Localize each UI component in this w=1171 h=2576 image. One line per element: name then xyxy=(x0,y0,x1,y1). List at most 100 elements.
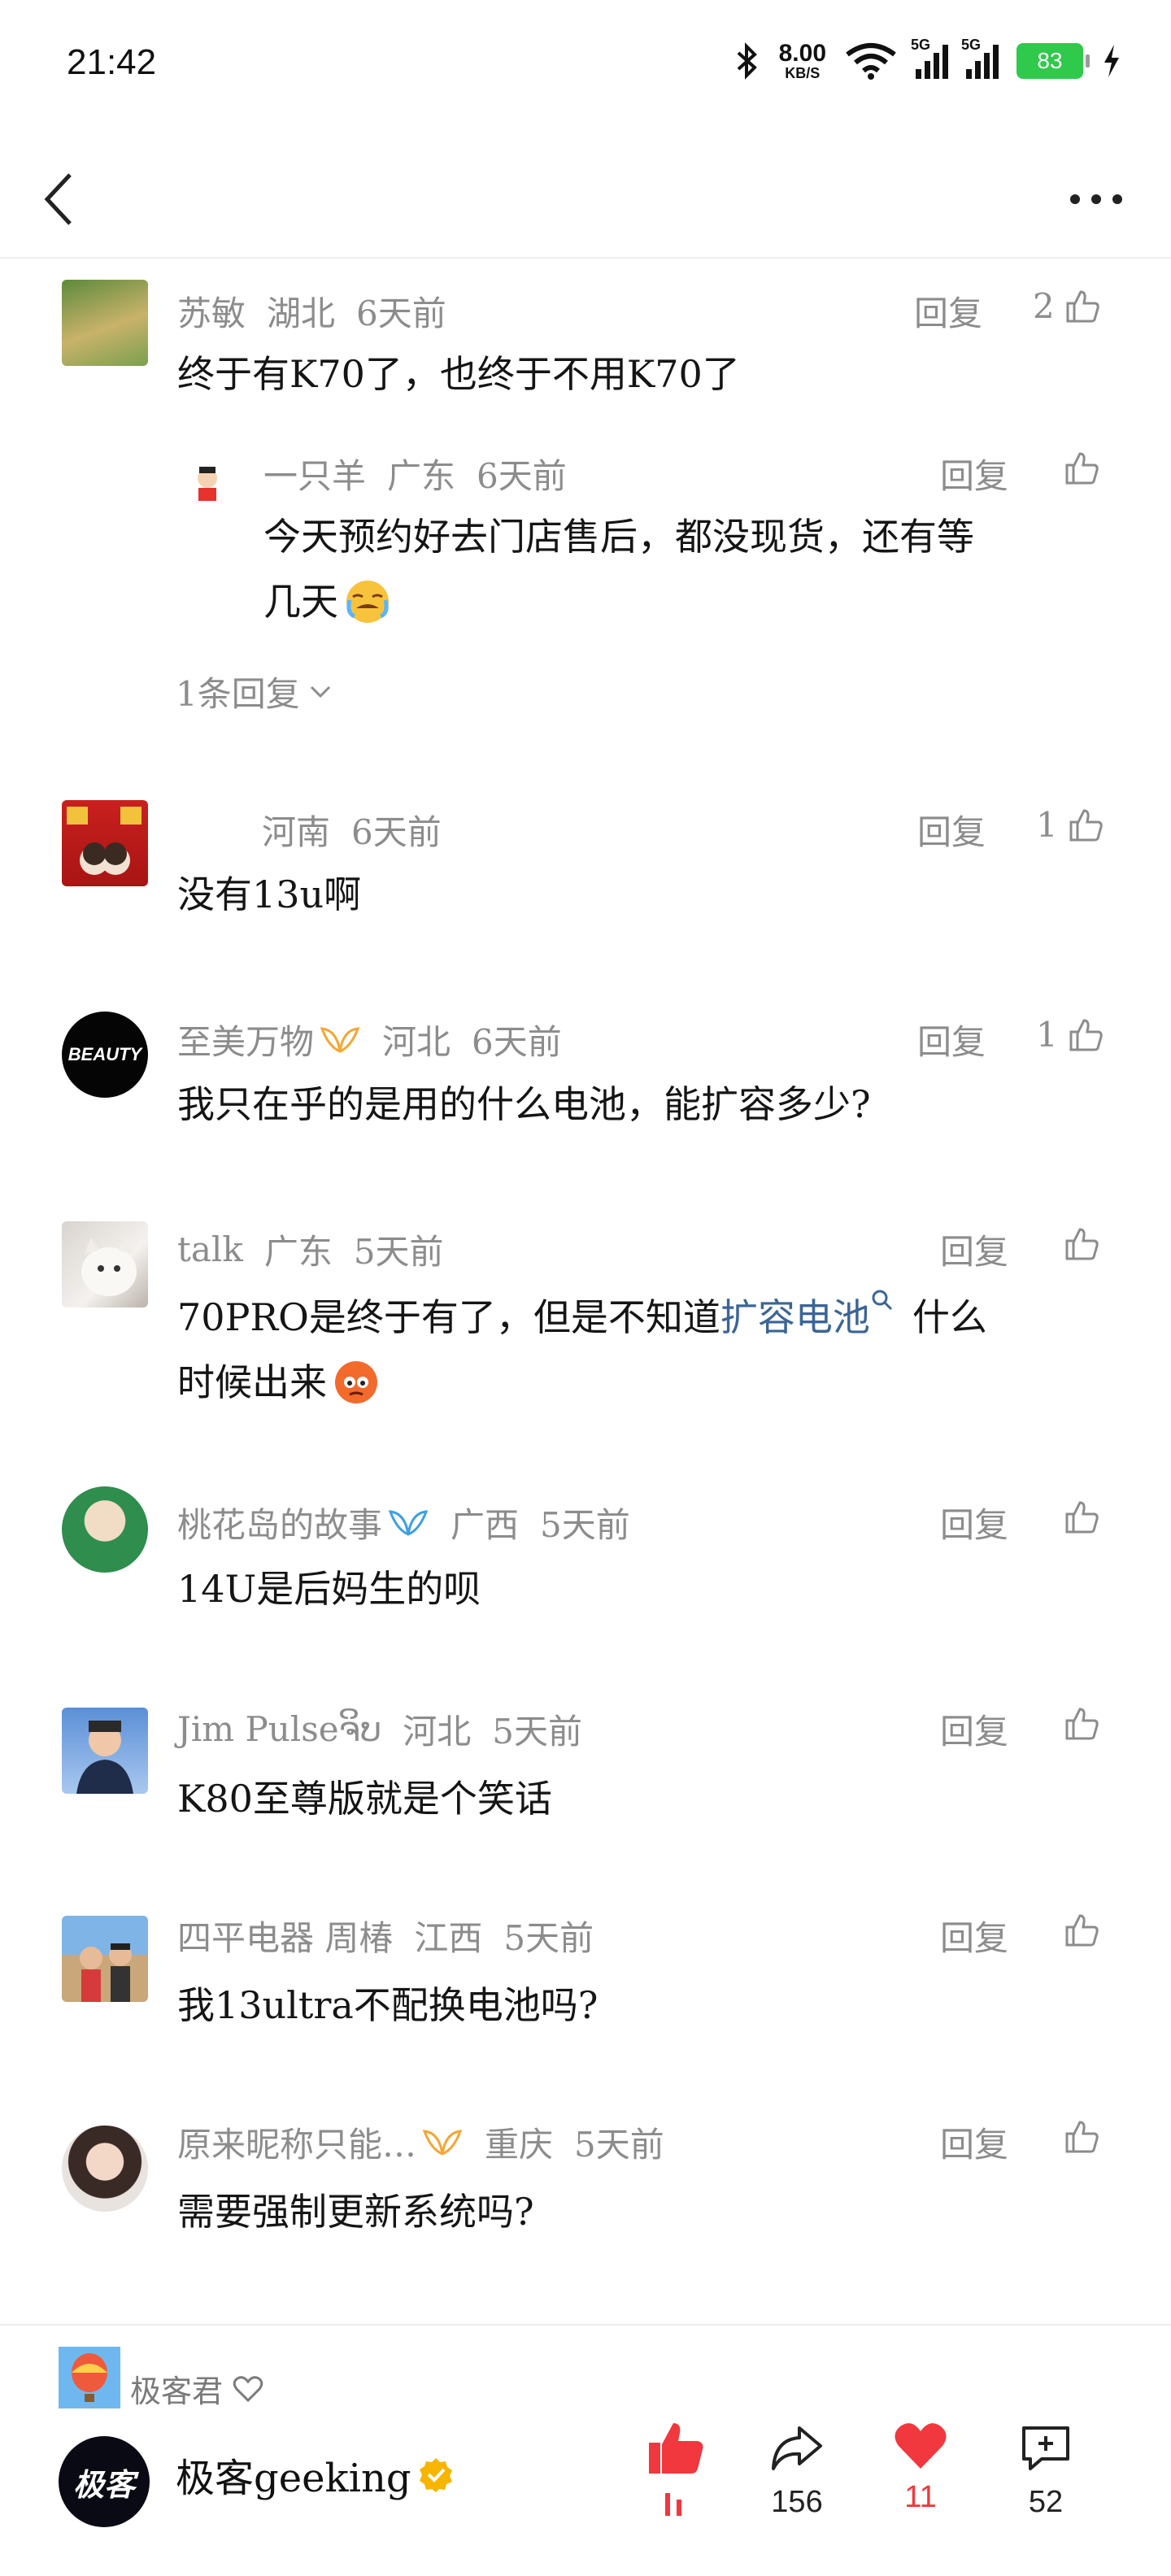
wifi-icon xyxy=(846,43,896,80)
reply-button[interactable]: 回复 xyxy=(940,1704,1008,1754)
thumbs-up-icon xyxy=(1069,808,1103,841)
comment-text: 我13ultra不配换电池吗? xyxy=(177,1983,599,2027)
reply-button[interactable]: 回复 xyxy=(940,2117,1008,2167)
more-options-button[interactable] xyxy=(1057,183,1122,215)
battery-icon: 83 xyxy=(1016,43,1090,79)
comment-meta: 原来昵称只能… 重庆 5天前 xyxy=(177,2117,664,2167)
vip-badge-icon xyxy=(320,1026,360,1053)
comment-text: 需要强制更新系统吗? xyxy=(177,2190,534,2234)
search-keyword-link[interactable]: 扩容电池 xyxy=(720,1295,870,1339)
region: 湖北 xyxy=(267,294,336,333)
like-button[interactable] xyxy=(1062,1911,1101,1950)
thumbs-up-icon xyxy=(1069,1018,1103,1051)
avatar[interactable] xyxy=(62,1486,148,1573)
avatar[interactable]: BEAUTY xyxy=(62,1012,148,1098)
cartoon-avatar-icon xyxy=(198,467,217,501)
comment-meta: 河南 6天前 xyxy=(241,805,442,855)
like-button[interactable] xyxy=(1062,2117,1101,2156)
username[interactable]: Jim Pulseຈິບ xyxy=(177,1709,381,1749)
header-divider xyxy=(0,257,1171,259)
username[interactable]: talk xyxy=(177,1229,243,1269)
signal-icon-2: 5G xyxy=(961,37,999,79)
timestamp: 5天前 xyxy=(503,1918,594,1958)
reply-button[interactable]: 回复 xyxy=(940,449,1008,498)
timestamp: 5天前 xyxy=(574,2125,664,2165)
like-button[interactable]: 2 xyxy=(1033,286,1102,326)
like-button[interactable] xyxy=(1062,449,1101,488)
bluetooth-icon xyxy=(737,42,757,80)
dot-icon xyxy=(1112,194,1122,204)
timestamp: 5天前 xyxy=(492,1712,582,1751)
avatar-text: BEAUTY xyxy=(67,1044,142,1064)
reply-button[interactable]: 回复 xyxy=(914,286,982,336)
like-action-button[interactable]: 11 xyxy=(880,2420,961,2515)
avatar[interactable] xyxy=(185,460,229,504)
author-small[interactable]: 极客君 xyxy=(130,2366,263,2411)
search-icon[interactable] xyxy=(870,1288,895,1312)
status-bar: 21:42 8.00 KB/S 5G 5G 83 xyxy=(0,0,1171,130)
thumbs-up-action[interactable] xyxy=(634,2420,716,2516)
reply-button[interactable]: 回复 xyxy=(917,805,986,855)
comment-count: 52 xyxy=(1028,2485,1064,2519)
username[interactable]: 至美万物 xyxy=(177,1015,314,1064)
crying-emoji-icon xyxy=(346,581,389,623)
thumbs-up-icon xyxy=(1065,452,1099,485)
like-button[interactable]: 1 xyxy=(1036,805,1105,845)
like-button[interactable]: 1 xyxy=(1036,1015,1105,1055)
username[interactable]: 四平电器 周椿 xyxy=(177,1911,393,1960)
author-name[interactable]: 极客geeking xyxy=(176,2446,454,2503)
region: 河北 xyxy=(403,1712,472,1751)
bar-chart-icon xyxy=(665,2493,681,2516)
avatar[interactable] xyxy=(62,1221,148,1308)
username[interactable]: 原来昵称只能… xyxy=(177,2117,416,2167)
vip-badge-icon xyxy=(388,1509,429,1536)
username[interactable]: 桃花岛的故事 xyxy=(177,1498,382,1547)
cat-avatar-image xyxy=(81,1238,137,1296)
like-button[interactable] xyxy=(1062,1225,1101,1264)
like-button[interactable] xyxy=(1062,1704,1101,1743)
dot-icon xyxy=(1070,194,1080,204)
comment-text: K80至尊版就是个笑话 xyxy=(177,1777,552,1821)
timestamp: 6天前 xyxy=(356,294,446,333)
avatar[interactable] xyxy=(62,2126,148,2212)
region: 河北 xyxy=(382,1022,451,1062)
people-avatar-image xyxy=(80,1943,132,2002)
expand-replies-button[interactable]: 1条回复 xyxy=(176,667,333,716)
region: 江西 xyxy=(414,1918,483,1958)
signal-icon-1: 5G xyxy=(911,37,948,79)
author-avatar[interactable]: 极客 xyxy=(59,2436,150,2527)
username[interactable]: 一只羊 xyxy=(263,449,366,498)
reply-button[interactable]: 回复 xyxy=(940,1498,1008,1547)
reply-text-line2: 几天 xyxy=(263,569,392,634)
comment-meta: 苏敏 湖北 6天前 xyxy=(177,286,446,336)
thumbs-up-icon xyxy=(1066,289,1099,322)
author-small-avatar[interactable] xyxy=(59,2347,120,2408)
comment-text: 没有13u啊 xyxy=(177,872,362,916)
verified-badge-icon xyxy=(419,2458,452,2492)
thumbs-up-icon xyxy=(1065,1708,1099,1740)
thumbs-up-icon xyxy=(1065,2121,1099,2153)
avatar[interactable] xyxy=(62,280,148,366)
back-button[interactable] xyxy=(39,167,80,232)
region: 广东 xyxy=(263,1232,333,1272)
share-button[interactable]: 156 xyxy=(756,2420,838,2520)
timestamp: 6天前 xyxy=(472,1022,562,1062)
reply-button[interactable]: 回复 xyxy=(940,1225,1008,1274)
avatar[interactable] xyxy=(62,1708,148,1794)
person-avatar-image xyxy=(76,1721,133,1794)
avatar[interactable] xyxy=(62,800,148,886)
like-button[interactable] xyxy=(1062,1498,1101,1537)
comment-button[interactable]: 52 xyxy=(1005,2420,1086,2520)
timestamp: 6天前 xyxy=(351,812,442,852)
network-speed: 8.00 KB/S xyxy=(778,40,826,81)
reply-button[interactable]: 回复 xyxy=(917,1015,986,1064)
comment-meta: talk 广东 5天前 xyxy=(177,1225,444,1274)
heart-filled-icon xyxy=(895,2423,947,2469)
comment-meta: 桃花岛的故事 广西 5天前 xyxy=(177,1498,630,1547)
avatar[interactable] xyxy=(62,1916,148,2002)
username[interactable]: 苏敏 xyxy=(177,286,246,336)
dot-icon xyxy=(1091,194,1101,204)
reply-button[interactable]: 回复 xyxy=(940,1911,1008,1960)
thumbs-up-icon xyxy=(1065,1914,1099,1947)
author-avatar-text: 极客 xyxy=(72,2465,135,2503)
